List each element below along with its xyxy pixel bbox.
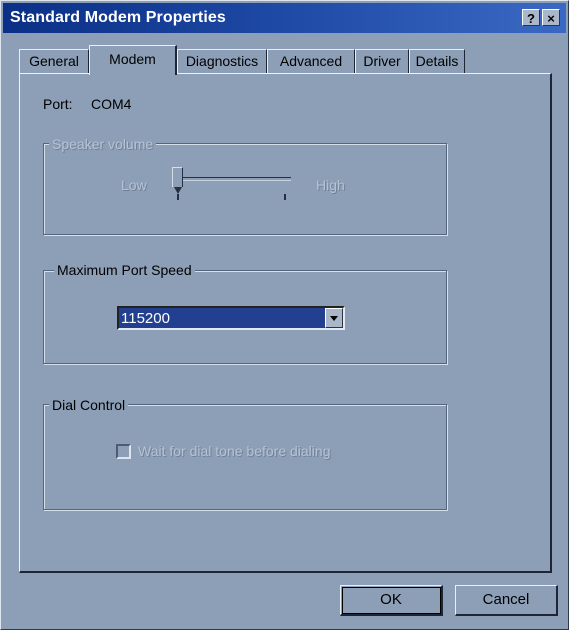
tab-modem[interactable]: Modem (89, 45, 177, 75)
tab-advanced[interactable]: Advanced (267, 49, 355, 73)
speaker-volume-title: Speaker volume (49, 136, 157, 152)
chevron-down-icon[interactable] (325, 308, 343, 328)
tab-general[interactable]: General (19, 49, 89, 73)
tab-details[interactable]: Details (409, 49, 465, 73)
slider-tick-low (177, 194, 179, 200)
speaker-volume-group (43, 143, 447, 235)
tab-driver[interactable]: Driver (355, 49, 409, 73)
wait-dial-tone-label: Wait for dial tone before dialing (138, 443, 331, 459)
close-button[interactable]: × (542, 9, 560, 26)
help-button[interactable]: ? (522, 9, 540, 26)
port-speed-value: 115200 (121, 310, 170, 327)
title-bar[interactable]: Standard Modem Properties ? × (3, 3, 566, 33)
high-label: High (316, 177, 345, 193)
tab-diagnostics[interactable]: Diagnostics (177, 49, 267, 73)
volume-slider-thumb[interactable] (172, 167, 183, 194)
slider-tick-high (284, 194, 286, 200)
wait-dial-tone-checkbox[interactable] (116, 444, 131, 459)
low-label: Low (121, 177, 147, 193)
modem-properties-dialog: Standard Modem Properties ? × General Mo… (0, 0, 569, 630)
port-speed-select[interactable]: 115200 (117, 306, 345, 330)
ok-button[interactable]: OK (340, 585, 443, 616)
port-label: Port: (43, 96, 73, 112)
dial-control-title: Dial Control (49, 397, 129, 413)
max-port-speed-title: Maximum Port Speed (54, 262, 195, 278)
volume-slider-track[interactable] (181, 177, 291, 181)
port-value: COM4 (91, 96, 132, 112)
window-title: Standard Modem Properties (10, 9, 226, 26)
cancel-button[interactable]: Cancel (455, 585, 558, 616)
